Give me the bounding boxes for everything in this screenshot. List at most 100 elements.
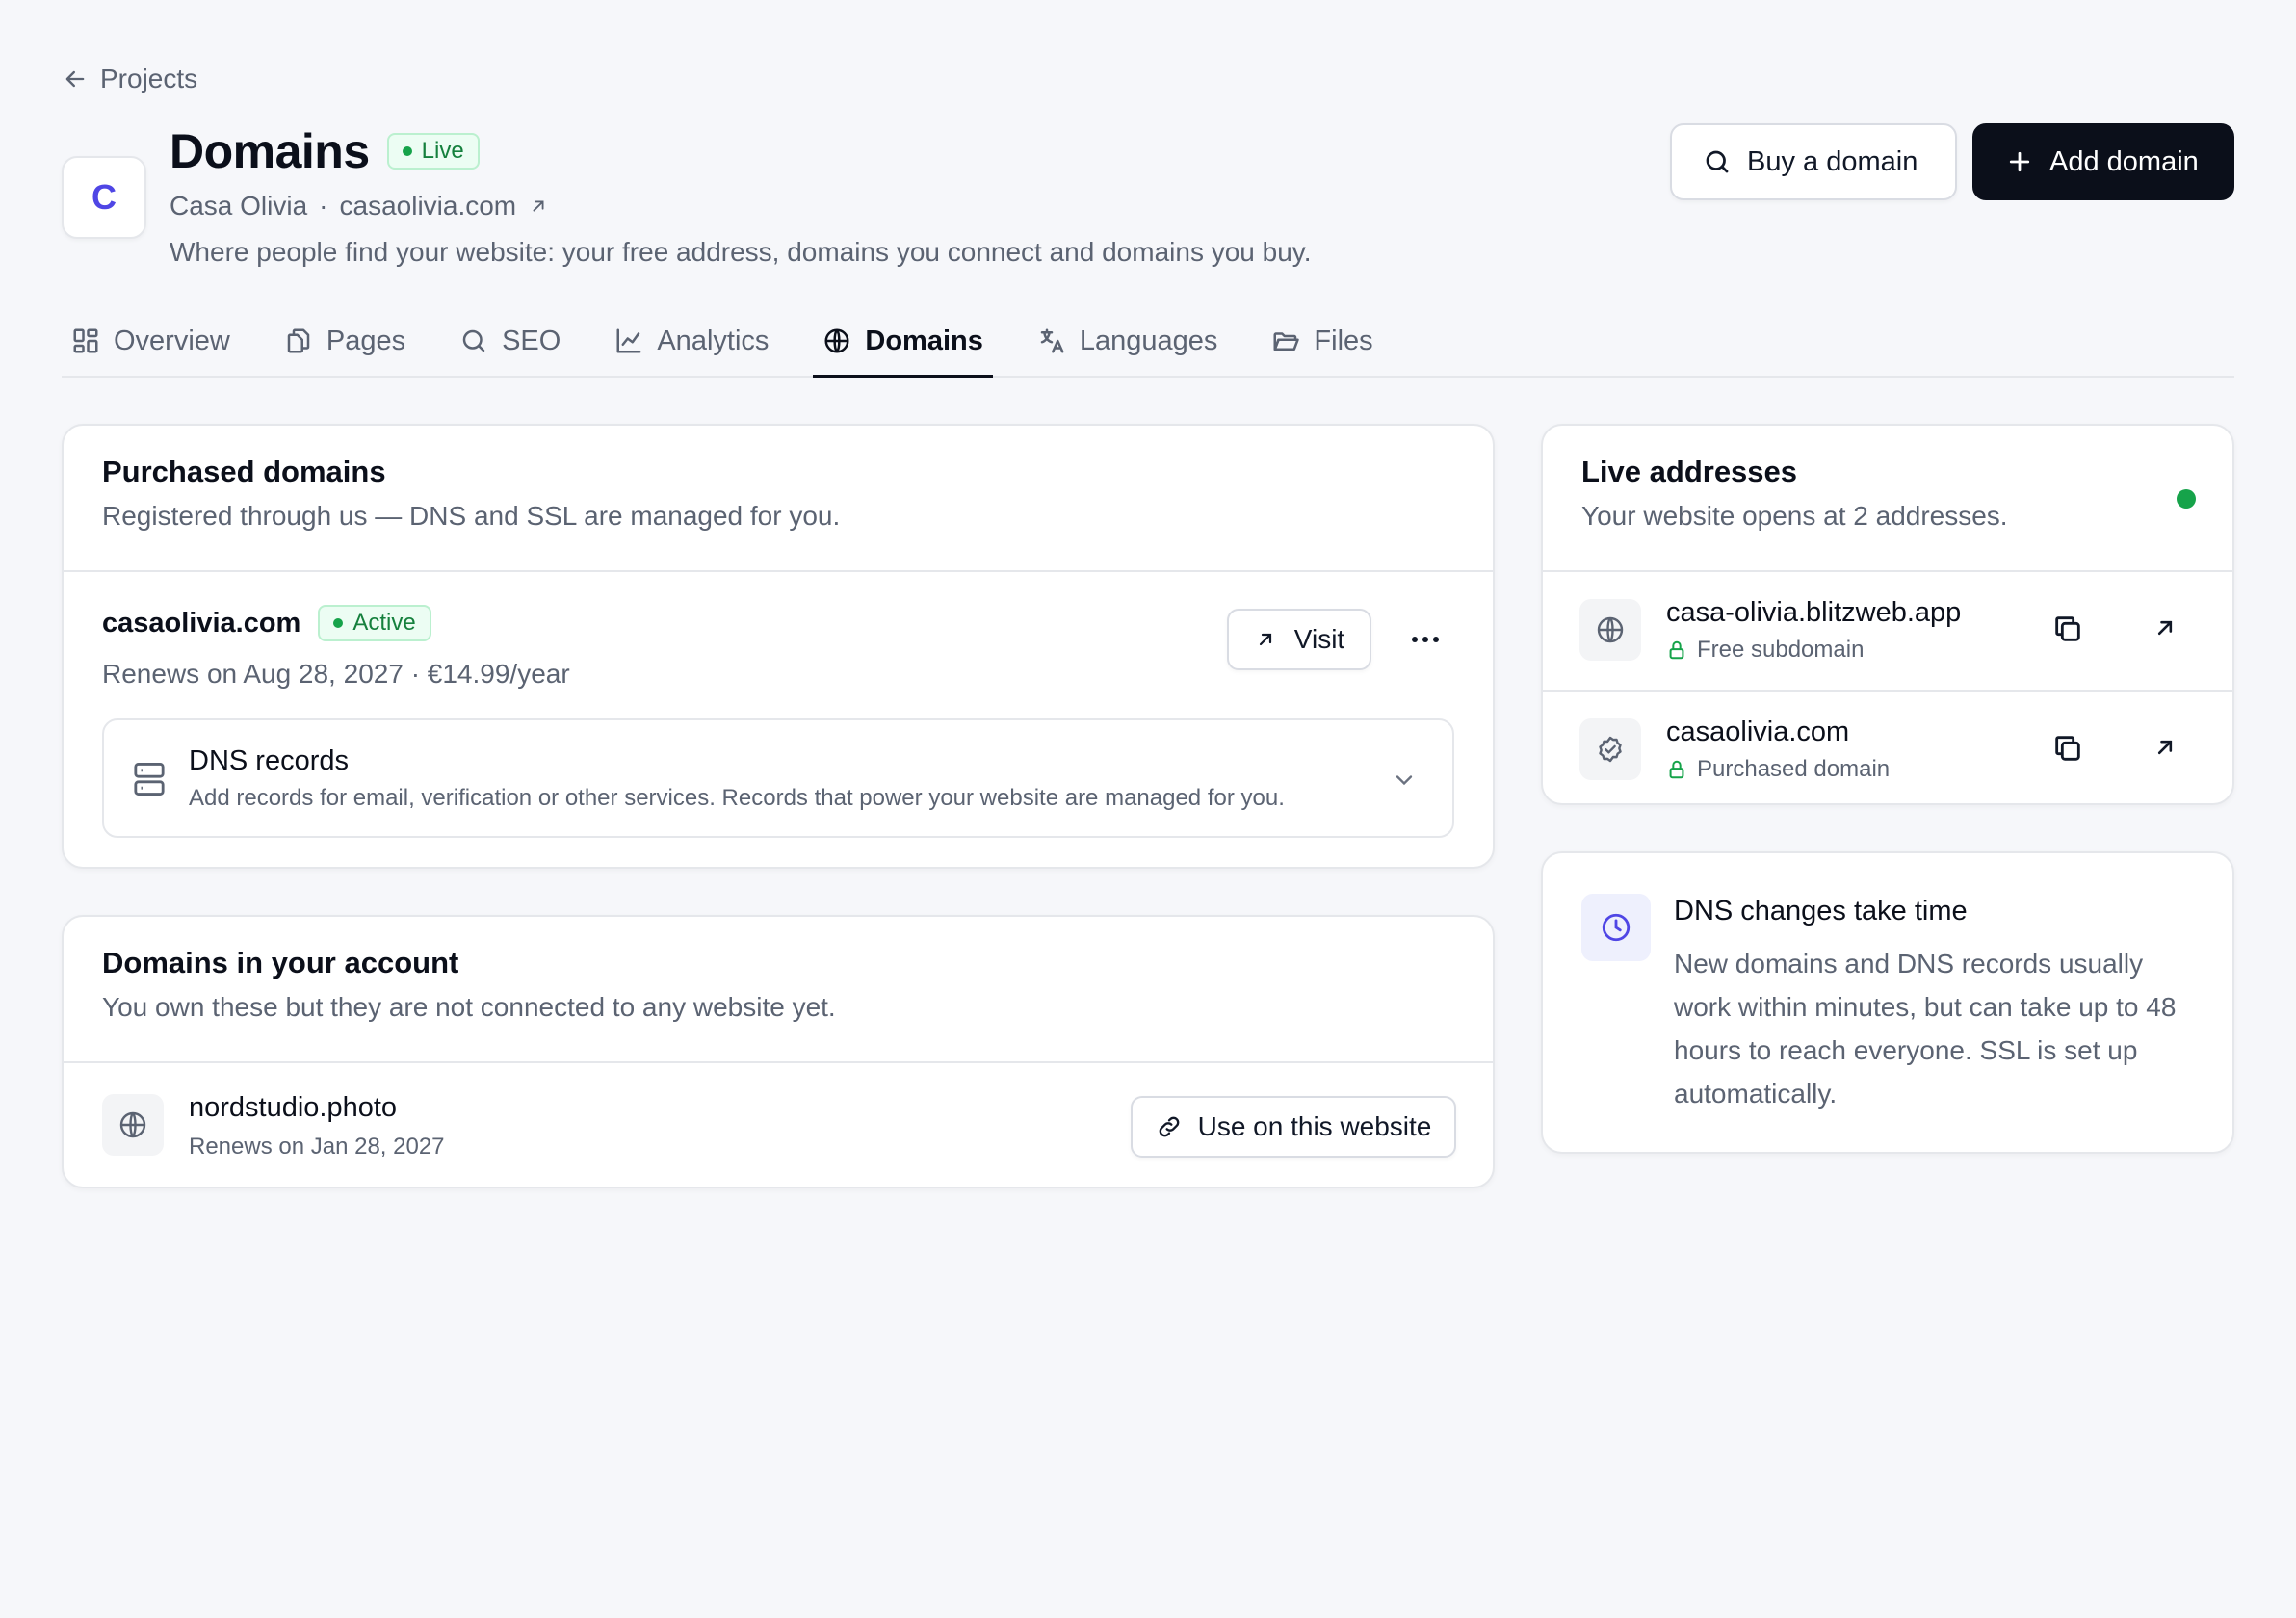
status-badge: Active <box>318 605 431 641</box>
status-badge-label: Live <box>421 138 464 164</box>
add-domain-button[interactable]: Add domain <box>1972 123 2234 200</box>
status-badge: Live <box>386 133 480 170</box>
search-icon <box>1706 150 1729 173</box>
plus-icon <box>2009 151 2030 172</box>
folder-icon <box>1273 332 1300 351</box>
visit-button[interactable]: Visit <box>1227 609 1371 670</box>
globe-icon <box>119 1111 146 1138</box>
back-link-projects[interactable]: Projects <box>62 64 197 94</box>
clock-icon-tile <box>1581 894 1651 961</box>
address-name: casaolivia.com <box>1666 717 1850 747</box>
link-icon <box>1159 1116 1179 1137</box>
domain-name: casaolivia.com <box>102 607 301 639</box>
add-domain-label: Add domain <box>2049 145 2199 177</box>
use-on-website-button[interactable]: Use on this website <box>1131 1096 1456 1158</box>
buy-domain-label: Buy a domain <box>1747 145 1918 177</box>
address-meta: Purchased domain <box>1666 756 2232 783</box>
back-link-label: Projects <box>100 64 198 93</box>
tab-label: Pages <box>326 325 406 356</box>
card-header: Domains in your account You own these bu… <box>64 917 1493 1061</box>
project-domain-link[interactable]: casaolivia.com <box>340 191 517 222</box>
account-domains-card: Domains in your account You own these bu… <box>62 915 1495 1188</box>
card-title: Domains in your account <box>102 946 459 979</box>
dns-records-title: DNS records <box>189 744 349 776</box>
copy-icon[interactable] <box>2051 732 2084 765</box>
address-meta-label: Purchased domain <box>1697 756 1891 782</box>
purchased-domains-card: Purchased domains Registered through us … <box>62 424 1495 869</box>
dns-records-expander[interactable]: DNS records Add records for email, verif… <box>102 718 1454 838</box>
external-arrow-icon[interactable] <box>528 196 549 217</box>
status-dot <box>333 618 344 628</box>
info-body: New domains and DNS records usually work… <box>1674 949 2177 1109</box>
tab-domains[interactable]: Domains <box>813 306 994 378</box>
dns-text: DNS records Add records for email, verif… <box>189 745 1285 812</box>
tab-label: Overview <box>114 325 230 356</box>
address-row: casaolivia.com Purchased domain <box>1543 692 2232 803</box>
address-icon-tile <box>1579 599 1641 661</box>
tab-label: Languages <box>1079 325 1218 356</box>
dns-info-card: DNS changes take time New domains and DN… <box>1541 851 2234 1154</box>
tab-seo[interactable]: SEO <box>450 306 570 376</box>
search-icon <box>462 329 485 352</box>
domain-icon-tile <box>102 1094 164 1156</box>
address-row: casa-olivia.blitzweb.app Free subdomain <box>1543 572 2232 690</box>
project-subline: Casa Olivia · casaolivia.com <box>170 191 549 222</box>
external-arrow-icon[interactable] <box>2152 614 2179 641</box>
tab-overview[interactable]: Overview <box>62 306 240 376</box>
use-on-website-label: Use on this website <box>1197 1111 1432 1141</box>
status-dot <box>402 146 412 156</box>
card-header: Live addresses Your website opens at 2 a… <box>1543 426 2232 570</box>
tab-pages[interactable]: Pages <box>274 306 415 376</box>
page-title: Domains <box>170 124 370 178</box>
address-meta-label: Free subdomain <box>1697 637 1865 663</box>
overview-grid-icon <box>73 328 98 353</box>
lock-icon <box>1669 640 1684 660</box>
address-meta: Free subdomain <box>1666 637 2232 664</box>
buy-domain-button[interactable]: Buy a domain <box>1670 123 1957 200</box>
card-header: Purchased domains Registered through us … <box>64 426 1493 570</box>
tab-label: SEO <box>502 325 561 356</box>
translate-icon <box>1040 328 1064 353</box>
card-title: Purchased domains <box>102 455 386 488</box>
page-description: Where people find your website: your fre… <box>170 237 1312 267</box>
more-options-button[interactable] <box>1404 622 1447 657</box>
external-arrow-icon[interactable] <box>2152 734 2179 761</box>
live-status-dot <box>2177 489 2196 509</box>
card-title: Live addresses <box>1581 455 1798 488</box>
pages-icon <box>287 328 310 353</box>
arrow-left-icon <box>65 70 85 88</box>
page: Projects C Domains Live Casa Olivia · ca… <box>0 0 2296 1618</box>
server-icon <box>134 763 165 796</box>
tab-label: Analytics <box>657 325 770 356</box>
purchased-domain-row: casaolivia.com Active Renews on Aug 28, … <box>64 572 1493 718</box>
tab-label: Domains <box>865 325 983 356</box>
tab-files[interactable]: Files <box>1262 306 1382 376</box>
status-badge-label: Active <box>352 610 416 636</box>
lock-icon <box>1669 760 1684 779</box>
copy-icon[interactable] <box>2051 613 2084 645</box>
info-title: DNS changes take time <box>1674 896 1968 926</box>
clock-icon <box>1602 913 1631 942</box>
tab-label: Files <box>1314 325 1373 356</box>
address-icon-tile <box>1579 718 1641 780</box>
more-horizontal-icon <box>1412 637 1439 642</box>
separator: · <box>319 191 328 221</box>
globe-icon <box>824 328 849 353</box>
tab-bar: Overview Pages SEO Analytics Domains Lan… <box>62 306 2234 378</box>
account-domain-row: nordstudio.photo Renews on Jan 28, 2027 … <box>64 1063 1493 1187</box>
project-name: Casa Olivia <box>170 191 308 221</box>
card-subtitle: Your website opens at 2 addresses. <box>1581 501 2008 531</box>
card-subtitle: You own these but they are not connected… <box>102 992 836 1022</box>
title-row: Domains Live <box>170 123 480 179</box>
globe-icon <box>1597 616 1624 643</box>
dns-records-subtitle: Add records for email, verification or o… <box>189 784 1285 811</box>
project-avatar: C <box>62 156 146 239</box>
external-arrow-icon <box>1259 633 1271 646</box>
tab-languages[interactable]: Languages <box>1028 306 1228 376</box>
address-name: casa-olivia.blitzweb.app <box>1666 597 1962 628</box>
tab-analytics[interactable]: Analytics <box>605 306 778 376</box>
chevron-down-icon <box>1396 775 1413 786</box>
live-addresses-card: Live addresses Your website opens at 2 a… <box>1541 424 2234 805</box>
visit-label: Visit <box>1293 624 1345 654</box>
card-subtitle: Registered through us — DNS and SSL are … <box>102 501 841 531</box>
